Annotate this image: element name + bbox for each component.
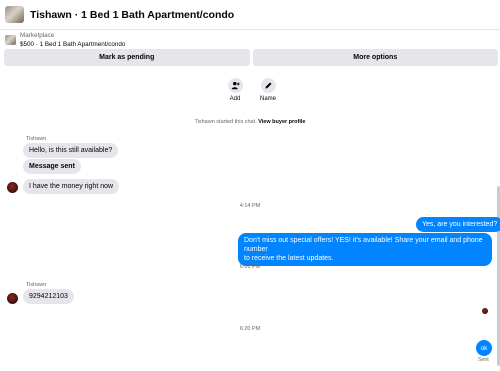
incoming-message[interactable]: I have the money right now: [23, 179, 120, 194]
outgoing-message-line: to receive the latest updates.: [244, 255, 334, 262]
chat-started-text: Tishawn started this chat.: [194, 119, 257, 125]
more-options-button[interactable]: More options: [252, 49, 498, 66]
add-person-icon: [227, 78, 243, 93]
incoming-message[interactable]: 9294212103: [23, 289, 74, 304]
chat-header: Tishawn · 1 Bed 1 Bath Apartment/condo: [0, 0, 500, 30]
add-people-button[interactable]: Add: [226, 78, 244, 102]
listing-summary[interactable]: Marketplace $500 · 1 Bed 1 Bath Apartmen…: [0, 30, 500, 50]
read-receipt-avatar: [482, 308, 488, 314]
incoming-message[interactable]: Hello, is this still available?: [23, 143, 119, 158]
buyer-avatar[interactable]: [7, 293, 18, 304]
listing-thumbnail[interactable]: [5, 6, 24, 23]
outgoing-message-line: Don't miss out special offers! YES! it's…: [244, 237, 483, 253]
sender-name: Tishawn: [26, 136, 47, 142]
outgoing-message[interactable]: ok: [476, 340, 492, 356]
outgoing-message[interactable]: Yes, are you interested?: [416, 217, 500, 232]
buyer-avatar[interactable]: [7, 182, 18, 193]
outgoing-message[interactable]: Don't miss out special offers! YES! it's…: [238, 233, 492, 266]
pencil-icon: [260, 78, 276, 93]
incoming-message[interactable]: Message sent: [23, 159, 81, 174]
listing-category: Marketplace: [20, 32, 55, 39]
chat-started-notice: Tishawn started this chat. View buyer pr…: [0, 119, 500, 125]
name-label: Name: [259, 96, 276, 102]
timestamp: 6:01 PM: [239, 264, 261, 270]
add-label: Add: [229, 96, 241, 102]
mark-as-pending-button[interactable]: Mark as pending: [4, 49, 250, 66]
chat-title[interactable]: Tishawn · 1 Bed 1 Bath Apartment/condo: [30, 9, 234, 21]
listing-thumbnail-small: [5, 35, 16, 45]
view-buyer-profile-link[interactable]: View buyer profile: [258, 119, 305, 125]
sent-status: Sent: [478, 357, 489, 363]
chat-tools: Add Name: [226, 78, 277, 102]
sender-name: Tishawn: [26, 282, 47, 288]
timestamp: 6:20 PM: [239, 326, 261, 332]
listing-actions: Mark as pending More options: [4, 49, 498, 66]
listing-title: $500 · 1 Bed 1 Bath Apartment/condo: [20, 41, 126, 48]
name-chat-button[interactable]: Name: [259, 78, 277, 102]
timestamp: 4:14 PM: [239, 203, 261, 209]
